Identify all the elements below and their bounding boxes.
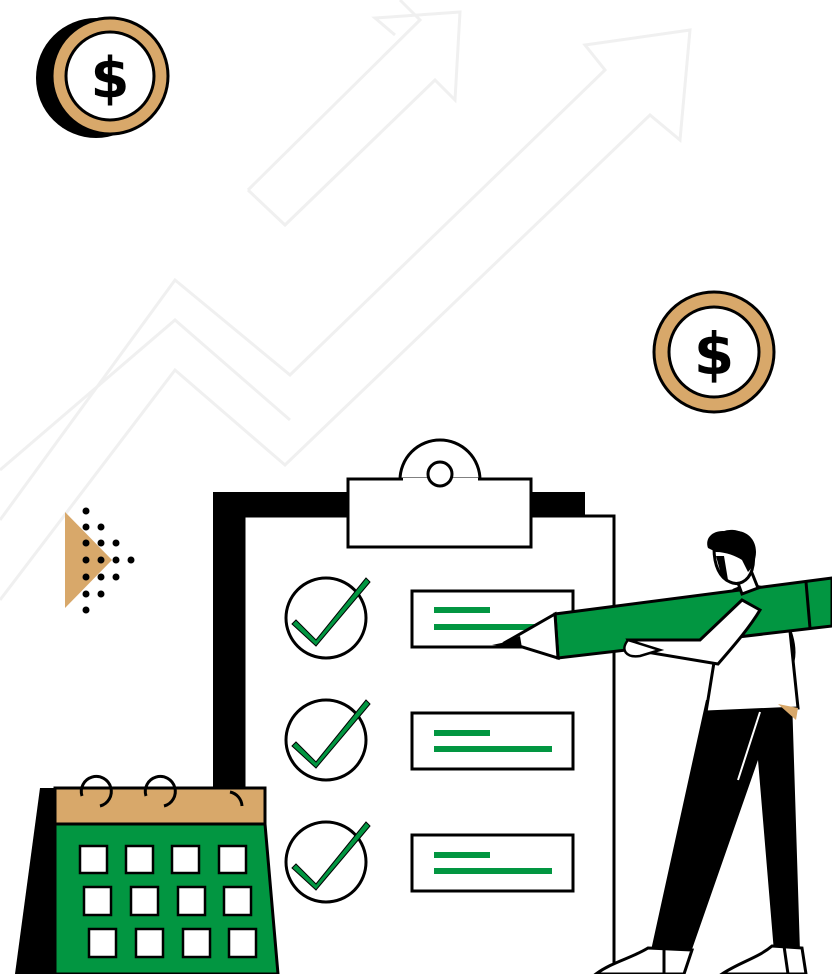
calendar-icon: [15, 774, 280, 974]
background-arrow-small: [246, 0, 462, 228]
clipboard-icon: [213, 438, 616, 974]
coin-symbol: $: [91, 46, 130, 111]
checklist-item: [284, 820, 575, 904]
play-triangle-icon: [65, 507, 135, 614]
background-arrow-lower: [0, 318, 291, 472]
coin-symbol: $: [694, 320, 734, 388]
dollar-coin-icon: $: [652, 290, 776, 414]
illustration-canvas: $ $: [0, 0, 832, 974]
checklist-illustration: $ $: [0, 0, 832, 974]
dollar-coin-icon: $: [36, 16, 170, 138]
checklist-item: [284, 698, 575, 782]
